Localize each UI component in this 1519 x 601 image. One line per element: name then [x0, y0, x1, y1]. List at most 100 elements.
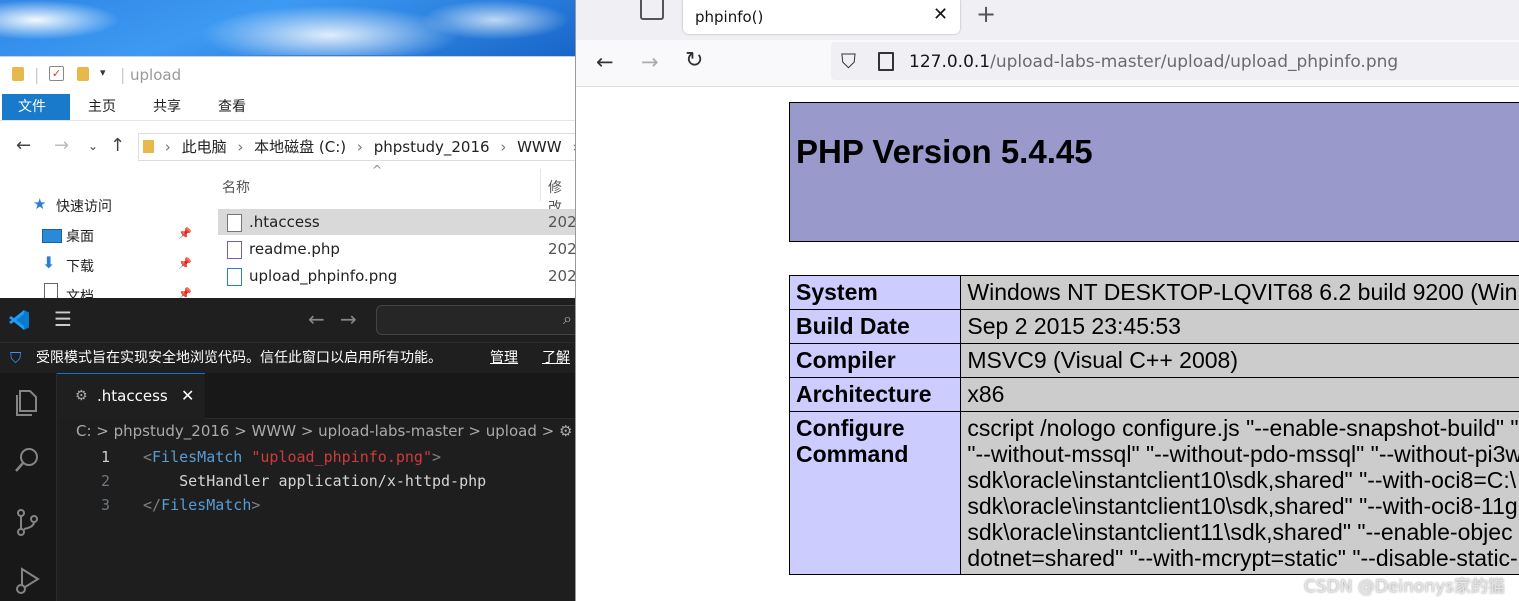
- watermark: CSDN @Deinonys家的猫: [1304, 577, 1506, 597]
- file-row-readme[interactable]: readme.php 202: [218, 236, 577, 262]
- window-title: upload: [130, 66, 182, 84]
- source-control-icon[interactable]: [12, 507, 42, 537]
- configure-line: sdk\oracle\instantclient10\sdk,shared" "…: [967, 467, 1517, 493]
- vscode-titlebar: ☰ ← → ⌕: [0, 298, 588, 343]
- phpinfo-header: PHP Version 5.4.45: [789, 102, 1519, 242]
- editor-tabs: ⚙ .htaccess ✕: [57, 373, 575, 419]
- tab-phpinfo[interactable]: phpinfo() ✕: [683, 0, 960, 34]
- browser-window: phpinfo() ✕ + ← → ↻ ⛉ 127.0.0.1/upload-l…: [575, 0, 1519, 601]
- column-header-name[interactable]: 名称: [222, 177, 250, 197]
- new-folder-icon[interactable]: [77, 67, 89, 81]
- forward-arrow-icon[interactable]: →: [54, 135, 69, 156]
- document-icon: [44, 283, 58, 299]
- breadcrumb-www[interactable]: WWW: [517, 138, 562, 156]
- url-bar[interactable]: ⛉ 127.0.0.1/upload-labs-master/upload/up…: [831, 42, 1519, 80]
- file-explorer-window: | ✓ ▾ | upload 文件 主页 共享 查看 ← → ⌄ ↑ › 此电脑…: [0, 56, 578, 305]
- code-line-1[interactable]: <FilesMatch "upload_phpinfo.png">: [143, 448, 441, 466]
- star-icon: ★: [33, 195, 47, 213]
- tab-file[interactable]: 文件: [2, 94, 70, 120]
- file-name: readme.php: [249, 240, 340, 258]
- banner-manage-link[interactable]: 管理: [490, 343, 518, 373]
- table-row: Compiler MSVC9 (Visual C++ 2008): [788, 343, 1519, 378]
- tab-share[interactable]: 共享: [137, 94, 197, 120]
- banner-learn-link[interactable]: 了解: [542, 343, 570, 373]
- close-icon[interactable]: ✕: [933, 4, 948, 25]
- file-date: 202: [548, 240, 577, 258]
- url-text[interactable]: 127.0.0.1/upload-labs-master/upload/uplo…: [909, 52, 1398, 72]
- file-date: 202: [548, 213, 577, 231]
- breadcrumb-phpstudy[interactable]: phpstudy_2016: [374, 138, 490, 156]
- tab-overview-icon[interactable]: [640, 0, 664, 20]
- quick-access-dropdown-icon[interactable]: ▾: [100, 66, 106, 79]
- php-version-title: PHP Version 5.4.45: [796, 133, 1093, 170]
- image-file-icon: [227, 268, 242, 286]
- code-line-3[interactable]: </FilesMatch>: [143, 496, 260, 514]
- tab-home[interactable]: 主页: [72, 94, 132, 120]
- row-key: Architecture: [788, 377, 962, 412]
- row-key: Build Date: [788, 309, 962, 344]
- new-tab-icon[interactable]: +: [976, 0, 996, 28]
- breadcrumb-this-pc[interactable]: 此电脑: [182, 138, 227, 156]
- configure-line: dotnet=shared" "--with-mcrypt=static" "-…: [967, 545, 1518, 571]
- folder-icon: [12, 67, 24, 81]
- command-center-search[interactable]: ⌕: [376, 305, 588, 335]
- back-arrow-icon[interactable]: ←: [16, 135, 31, 156]
- nav-item-quick-access[interactable]: 快速访问: [56, 196, 112, 216]
- file-icon: [227, 214, 242, 232]
- php-file-icon: [227, 241, 242, 259]
- table-row: Build Date Sep 2 2015 23:45:53: [788, 309, 1519, 344]
- row-value: cscript /nologo configure.js "--enable-s…: [960, 411, 1519, 575]
- browser-tabstrip: phpinfo() ✕ +: [576, 0, 1519, 40]
- reload-icon[interactable]: ↻: [685, 48, 703, 73]
- explorer-files-icon[interactable]: [12, 387, 42, 417]
- vscode-window: ☰ ← → ⌕ ⛉ 受限模式旨在实现安全地浏览代码。信任此窗口以启用所有功能。 …: [0, 298, 591, 601]
- row-value: x86: [960, 377, 1519, 412]
- up-arrow-icon[interactable]: ↑: [110, 135, 125, 156]
- close-icon[interactable]: ✕: [181, 374, 194, 418]
- tab-htaccess[interactable]: ⚙ .htaccess ✕: [57, 373, 205, 419]
- search-icon[interactable]: [12, 445, 42, 475]
- properties-icon[interactable]: ✓: [49, 66, 64, 81]
- vscode-logo-icon: [9, 310, 29, 330]
- row-value: MSVC9 (Visual C++ 2008): [960, 343, 1519, 378]
- activity-bar: [0, 373, 57, 601]
- forward-arrow-icon[interactable]: →: [340, 307, 357, 331]
- configure-line: sdk\oracle\instantclient10\sdk,shared" "…: [967, 493, 1518, 519]
- configure-line: "--without-mssql" "--without-pdo-mssql" …: [967, 441, 1519, 467]
- search-icon: ⌕: [563, 309, 572, 328]
- nav-item-downloads[interactable]: 下载: [66, 256, 94, 276]
- page-icon[interactable]: [878, 52, 894, 71]
- ribbon-tabs: 文件 主页 共享 查看: [0, 94, 575, 121]
- restricted-mode-banner: ⛉ 受限模式旨在实现安全地浏览代码。信任此窗口以启用所有功能。 管理 了解: [0, 343, 575, 373]
- nav-item-desktop[interactable]: 桌面: [66, 226, 94, 246]
- file-row-upload-phpinfo[interactable]: upload_phpinfo.png 202: [218, 263, 577, 289]
- row-key: Compiler: [788, 343, 962, 378]
- tab-title: phpinfo(): [695, 8, 764, 26]
- table-row: System Windows NT DESKTOP-LQVIT68 6.2 bu…: [788, 275, 1519, 310]
- table-row: Configure Command cscript /nologo config…: [788, 411, 1519, 575]
- forward-arrow-icon[interactable]: →: [641, 50, 659, 74]
- back-arrow-icon[interactable]: ←: [308, 307, 325, 331]
- back-arrow-icon[interactable]: ←: [596, 50, 614, 74]
- address-bar-row: ← → ⌄ ↑ › 此电脑 › 本地磁盘 (C:) › phpstudy_201…: [0, 129, 578, 161]
- row-key: Configure Command: [788, 411, 962, 575]
- line-number: 1: [100, 448, 110, 466]
- code-line-2[interactable]: SetHandler application/x-httpd-php: [143, 472, 486, 490]
- file-row-htaccess[interactable]: .htaccess 202: [218, 209, 577, 235]
- recent-dropdown-icon[interactable]: ⌄: [88, 139, 98, 153]
- tab-label: .htaccess: [97, 387, 168, 405]
- row-value: Windows NT DESKTOP-LQVIT68 6.2 build 920…: [960, 275, 1519, 310]
- breadcrumb[interactable]: › 此电脑 › 本地磁盘 (C:) › phpstudy_2016 › WWW …: [138, 133, 578, 161]
- table-row: Architecture x86: [788, 377, 1519, 412]
- row-value: Sep 2 2015 23:45:53: [960, 309, 1519, 344]
- breadcrumb-local-disk[interactable]: 本地磁盘 (C:): [254, 138, 346, 156]
- run-debug-icon[interactable]: [12, 565, 42, 595]
- menu-icon[interactable]: ☰: [54, 307, 72, 331]
- shield-icon[interactable]: ⛉: [841, 49, 856, 73]
- editor-breadcrumb[interactable]: C: > phpstudy_2016 > WWW > upload-labs-m…: [76, 422, 591, 440]
- gear-icon: ⚙: [75, 388, 88, 404]
- navigation-pane: ★ 快速访问 桌面 📌 ⬇ 下载 📌 文档 📌: [0, 187, 200, 305]
- configure-line: cscript /nologo configure.js "--enable-s…: [967, 415, 1519, 441]
- tab-view[interactable]: 查看: [202, 94, 262, 120]
- pin-icon: 📌: [178, 227, 192, 240]
